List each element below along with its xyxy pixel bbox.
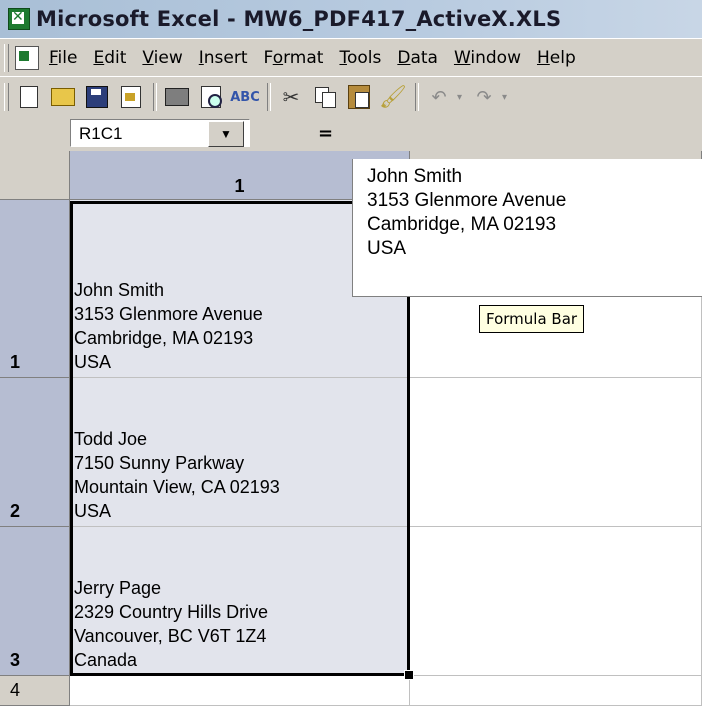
print-preview-button[interactable]: [197, 83, 225, 111]
format-painter-button[interactable]: 🖌: [379, 83, 407, 111]
redo-dropdown-icon[interactable]: ▾: [502, 92, 507, 103]
permission-icon: [121, 86, 141, 108]
menubar-grip[interactable]: [4, 44, 9, 72]
redo-icon: ↷: [476, 86, 492, 107]
menu-bar: File Edit View Insert Format Tools Data Window H…: [0, 38, 702, 77]
cell[interactable]: [70, 676, 410, 706]
excel-app-icon[interactable]: [8, 8, 30, 30]
menu-label-accelerator: F: [49, 48, 58, 68]
menu-label-prefix: F: [263, 48, 273, 68]
cut-icon: ✂: [282, 86, 300, 109]
menu-help[interactable]: Help: [537, 48, 576, 68]
row-header[interactable]: 4: [0, 676, 70, 706]
spelling-icon: ABC: [230, 89, 260, 105]
formula-bar-content[interactable]: John Smith 3153 Glenmore Avenue Cambridg…: [352, 159, 702, 297]
menu-label-suffix: dit: [104, 48, 127, 68]
menu-insert[interactable]: Insert: [199, 48, 248, 68]
toolbar-separator: [267, 83, 271, 111]
paste-icon: [348, 85, 370, 109]
open-button[interactable]: [49, 83, 77, 111]
toolbar-separator: [415, 83, 419, 111]
menu-label-suffix: elp: [549, 48, 576, 68]
undo-dropdown-icon[interactable]: ▾: [457, 92, 462, 103]
formula-row: R1C1 ▼ =: [0, 117, 702, 151]
menu-label-accelerator: E: [93, 48, 105, 68]
undo-button[interactable]: ↶: [425, 83, 453, 111]
print-button[interactable]: [163, 83, 191, 111]
select-all-corner[interactable]: [0, 151, 70, 200]
toolbar-grip[interactable]: [4, 83, 9, 111]
menu-label-accelerator: o: [272, 48, 284, 68]
menu-label-suffix: iew: [153, 48, 183, 68]
copy-icon: [315, 87, 336, 108]
window-title: Microsoft Excel - MW6_PDF417_ActiveX.XLS: [36, 7, 562, 31]
copy-button[interactable]: [311, 83, 339, 111]
paste-button[interactable]: [345, 83, 373, 111]
menu-edit[interactable]: Edit: [93, 48, 126, 68]
permission-button[interactable]: [117, 83, 145, 111]
cell[interactable]: Jerry Page 2329 Country Hills Drive Vanc…: [70, 527, 410, 676]
cell[interactable]: [410, 527, 702, 676]
menu-label-accelerator: H: [536, 48, 550, 68]
row-header[interactable]: 2: [0, 378, 70, 527]
menu-data[interactable]: Data: [397, 48, 438, 68]
toolbar-separator: [153, 83, 157, 111]
menu-label-suffix: nsert: [203, 48, 248, 68]
menu-window[interactable]: Window: [454, 48, 521, 68]
save-button[interactable]: [83, 83, 111, 111]
title-bar: Microsoft Excel - MW6_PDF417_ActiveX.XLS: [0, 0, 702, 38]
menu-label-suffix: ools: [346, 48, 382, 68]
standard-toolbar: ABC ✂ 🖌 ↶ ▾ ↷ ▾: [0, 76, 702, 118]
menu-label-accelerator: V: [142, 48, 154, 68]
chevron-down-icon: ▼: [220, 127, 232, 141]
menu-label-accelerator: D: [397, 48, 411, 68]
open-icon: [51, 88, 75, 106]
redo-button[interactable]: ↷: [470, 83, 498, 111]
row-header[interactable]: 3: [0, 527, 70, 676]
new-button[interactable]: [15, 83, 43, 111]
row-header[interactable]: 1: [0, 200, 70, 378]
formula-bar-tooltip: Formula Bar: [479, 305, 585, 333]
menu-label-suffix: rmat: [283, 48, 324, 68]
menu-view[interactable]: View: [142, 48, 182, 68]
menu-label-suffix: ile: [57, 48, 78, 68]
menu-label-accelerator: T: [339, 48, 347, 68]
menu-label-suffix: indow: [470, 48, 521, 68]
cell[interactable]: Todd Joe 7150 Sunny Parkway Mountain Vie…: [70, 378, 410, 527]
print-preview-icon: [201, 86, 222, 108]
menu-tools[interactable]: Tools: [339, 48, 381, 68]
cell[interactable]: [410, 676, 702, 706]
new-icon: [20, 86, 38, 108]
undo-icon: ↶: [431, 86, 447, 107]
save-icon: [86, 86, 108, 108]
menu-format[interactable]: Format: [264, 48, 324, 68]
spelling-button[interactable]: ABC: [230, 83, 260, 111]
format-painter-icon: 🖌: [379, 84, 407, 109]
name-box-dropdown[interactable]: ▼: [208, 121, 244, 147]
cut-button[interactable]: ✂: [277, 83, 305, 111]
cell[interactable]: [410, 378, 702, 527]
workbook-icon[interactable]: [15, 46, 39, 70]
menu-file[interactable]: File: [49, 48, 77, 68]
menu-label-accelerator: W: [453, 48, 471, 68]
edit-formula-button[interactable]: =: [318, 123, 333, 144]
fill-handle[interactable]: [404, 670, 414, 680]
print-icon: [165, 88, 189, 106]
menu-label-suffix: ata: [410, 48, 438, 68]
